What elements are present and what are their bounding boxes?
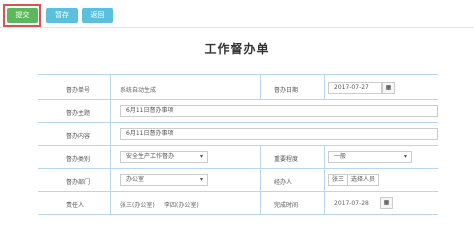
toolbar: 提交 暂存 返回 (0, 0, 474, 28)
date-input[interactable]: 2017-07-27 (328, 82, 382, 94)
deadline-value[interactable]: 2017-07-28 (334, 200, 369, 207)
dept-label: 督办部门 (66, 179, 91, 186)
choose-person-button[interactable]: 选择人员 (347, 174, 380, 186)
responsible-label: 责任人 (66, 202, 85, 209)
submit-button[interactable]: 提交 (7, 8, 38, 23)
responsible-value: 张三(办公室) (120, 202, 155, 209)
sheet-no-label: 督办单号 (66, 87, 91, 94)
task-type-select[interactable]: 安全生产工作督办 (120, 151, 208, 163)
handler-value: 张三 (328, 174, 349, 186)
deadline-label: 完成时间 (274, 202, 299, 209)
handler-label: 经办人 (274, 179, 293, 186)
column-divider (324, 146, 325, 215)
calendar-icon[interactable]: ▦ (382, 82, 395, 94)
content-input[interactable]: 6月11日督办事项 (120, 128, 438, 140)
priority-label: 重要程度 (274, 156, 299, 163)
column-divider (260, 146, 261, 215)
theme-input[interactable]: 6月11日督办事项 (120, 105, 438, 117)
content-label: 督办内容 (66, 133, 91, 140)
dept-select[interactable]: 办公室 (120, 174, 208, 186)
priority-select[interactable]: 一般 (328, 151, 412, 163)
back-button[interactable]: 返回 (82, 8, 113, 23)
date-label: 督办日期 (274, 87, 299, 94)
task-type-label: 督办类别 (66, 156, 91, 163)
column-divider (324, 75, 325, 100)
form-row (38, 192, 438, 215)
calendar-icon[interactable]: ▦ (380, 197, 393, 209)
responsible-extra: 李四(办公室) (164, 202, 199, 209)
theme-label: 督办主题 (66, 110, 91, 117)
sheet-no-value: 系统自动生成 (120, 87, 157, 94)
column-divider (260, 75, 261, 100)
supervision-form: 督办单号 系统自动生成 督办日期 2017-07-27 ▦ 督办主题 6月11日… (38, 74, 438, 215)
page-title: 工作督办单 (204, 42, 270, 56)
column-divider (110, 75, 111, 215)
temp-save-button[interactable]: 暂存 (46, 8, 78, 23)
